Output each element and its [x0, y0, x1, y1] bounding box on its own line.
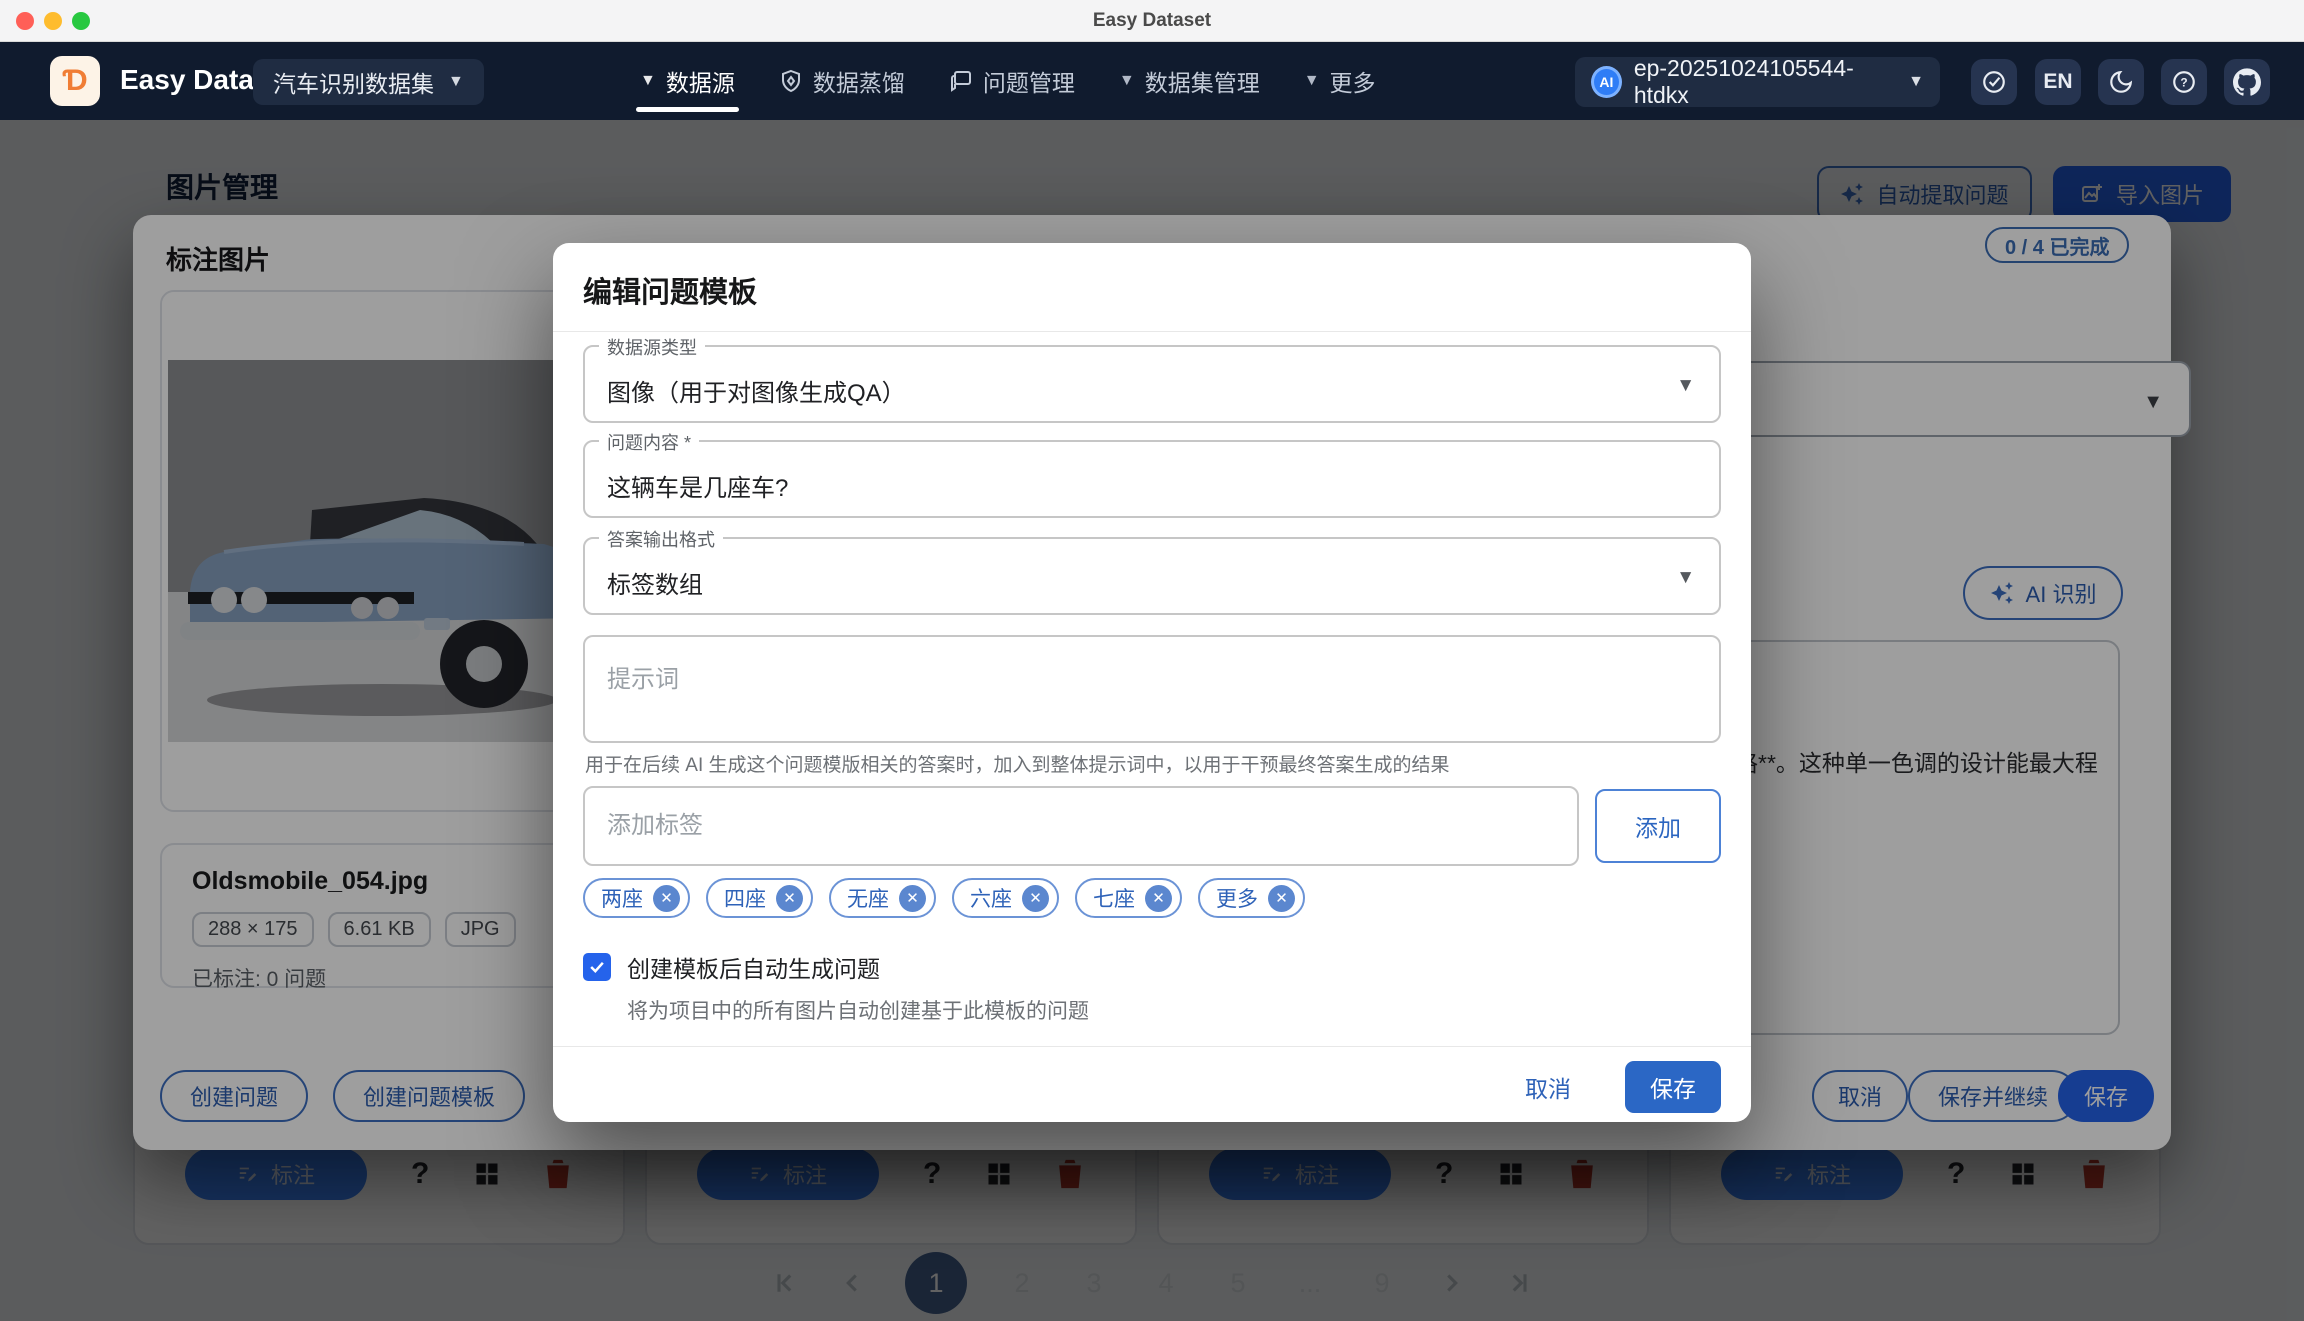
help-button[interactable]: ?: [2161, 59, 2207, 105]
caret-down-icon: ▼: [1676, 567, 1695, 589]
auto-generate-helper: 将为项目中的所有图片自动创建基于此模板的问题: [627, 995, 1089, 1025]
model-selector-label: ep-20251024105544-htdkx: [1634, 55, 1896, 109]
tag-chip[interactable]: 七座 ✕: [1075, 878, 1182, 918]
navbar: Ɗ Easy DataSet 汽车识别数据集 ▼ ▼ 数据源 数据蒸馏 问题管理…: [0, 42, 2304, 120]
app-logo-icon[interactable]: Ɗ: [50, 56, 100, 106]
check-icon: [587, 957, 607, 977]
prompt-placeholder: 提示词: [607, 659, 679, 694]
tag-label: 六座: [970, 883, 1012, 913]
macos-titlebar: Easy Dataset: [0, 0, 2304, 42]
model-selector[interactable]: AI ep-20251024105544-htdkx ▼: [1575, 57, 1940, 107]
modal-save-button[interactable]: 保存: [1625, 1061, 1721, 1113]
caret-down-icon: ▼: [1304, 72, 1320, 90]
svg-text:?: ?: [2180, 75, 2187, 89]
window-title: Easy Dataset: [0, 10, 2304, 32]
nav-item-datasets[interactable]: ▼ 数据集管理: [1119, 42, 1260, 120]
language-toggle-button[interactable]: EN: [2035, 59, 2081, 105]
nav-item-label: 数据蒸馏: [813, 64, 905, 98]
caret-down-icon: ▼: [1119, 72, 1135, 90]
chevron-down-icon: ▼: [1908, 73, 1924, 91]
remove-tag-icon[interactable]: ✕: [1022, 885, 1049, 912]
remove-tag-icon[interactable]: ✕: [776, 885, 803, 912]
datasource-type-label: 数据源类型: [599, 334, 705, 360]
divider: [553, 331, 1751, 332]
moon-icon: [2108, 69, 2134, 95]
nav-item-datasource[interactable]: ▼ 数据源: [640, 42, 735, 120]
nav-menu: ▼ 数据源 数据蒸馏 问题管理 ▼ 数据集管理 ▼ 更多: [640, 42, 1376, 120]
github-button[interactable]: [2224, 59, 2270, 105]
datasource-type-select[interactable]: 数据源类型 图像（用于对图像生成QA） ▼: [583, 345, 1721, 423]
answer-format-label: 答案输出格式: [599, 526, 723, 552]
chevron-down-icon: ▼: [448, 73, 464, 91]
edit-question-template-modal: 编辑问题模板 数据源类型 图像（用于对图像生成QA） ▼ 问题内容 * 这辆车是…: [553, 243, 1751, 1122]
tag-label: 两座: [601, 883, 643, 913]
remove-tag-icon[interactable]: ✕: [1268, 885, 1295, 912]
add-tag-input[interactable]: [583, 786, 1579, 866]
tag-chip[interactable]: 两座 ✕: [583, 878, 690, 918]
chat-icon: [949, 69, 973, 93]
caret-down-icon: ▼: [1676, 375, 1695, 397]
ai-model-icon: AI: [1591, 66, 1622, 98]
tag-label: 无座: [847, 883, 889, 913]
dataset-selector-label: 汽车识别数据集: [273, 65, 434, 99]
tag-chip[interactable]: 六座 ✕: [952, 878, 1059, 918]
dataset-selector[interactable]: 汽车识别数据集 ▼: [253, 59, 484, 105]
auto-generate-checkbox-row: 创建模板后自动生成问题: [583, 950, 880, 984]
modal-title: 编辑问题模板: [583, 269, 757, 311]
nav-item-label: 问题管理: [983, 64, 1075, 98]
divider: [553, 1046, 1751, 1047]
task-check-button[interactable]: [1971, 59, 2017, 105]
app-window: Easy Dataset Ɗ Easy DataSet 汽车识别数据集 ▼ ▼ …: [0, 0, 2304, 1321]
tag-chip[interactable]: 四座 ✕: [706, 878, 813, 918]
check-circle-icon: [1981, 69, 2007, 95]
help-icon: ?: [2171, 69, 2197, 95]
datasource-type-value: 图像（用于对图像生成QA）: [607, 373, 906, 408]
tag-label: 更多: [1216, 883, 1258, 913]
language-label: EN: [2043, 70, 2072, 94]
nav-item-label: 数据集管理: [1145, 64, 1260, 98]
active-tab-underline: [636, 107, 739, 112]
remove-tag-icon[interactable]: ✕: [653, 885, 680, 912]
nav-item-more[interactable]: ▼ 更多: [1304, 42, 1376, 120]
nav-item-label: 数据源: [666, 64, 735, 98]
nav-item-questions[interactable]: 问题管理: [949, 42, 1075, 120]
tag-label: 七座: [1093, 883, 1135, 913]
question-content-value: 这辆车是几座车?: [607, 468, 788, 503]
shield-icon: [779, 69, 803, 93]
modal-cancel-button[interactable]: 取消: [1505, 1061, 1591, 1113]
tag-label: 四座: [724, 883, 766, 913]
auto-generate-checkbox[interactable]: [583, 953, 611, 981]
nav-item-distillation[interactable]: 数据蒸馏: [779, 42, 905, 120]
tag-chip-list: 两座 ✕ 四座 ✕ 无座 ✕ 六座 ✕ 七座 ✕ 更多 ✕: [583, 878, 1305, 918]
caret-down-icon: ▼: [640, 72, 656, 90]
github-icon: [2233, 68, 2261, 96]
remove-tag-icon[interactable]: ✕: [1145, 885, 1172, 912]
answer-format-select[interactable]: 答案输出格式 标签数组 ▼: [583, 537, 1721, 615]
answer-format-value: 标签数组: [607, 565, 703, 600]
tag-chip[interactable]: 更多 ✕: [1198, 878, 1305, 918]
prompt-helper-text: 用于在后续 AI 生成这个问题模版相关的答案时，加入到整体提示词中，以用于干预最…: [585, 750, 1450, 777]
auto-generate-label: 创建模板后自动生成问题: [627, 950, 880, 984]
question-content-field[interactable]: 问题内容 * 这辆车是几座车?: [583, 440, 1721, 518]
dark-mode-button[interactable]: [2098, 59, 2144, 105]
remove-tag-icon[interactable]: ✕: [899, 885, 926, 912]
nav-item-label: 更多: [1330, 64, 1376, 98]
prompt-textarea[interactable]: 提示词: [583, 635, 1721, 743]
add-tag-button[interactable]: 添加: [1595, 789, 1721, 863]
question-content-label: 问题内容 *: [599, 429, 699, 455]
tag-chip[interactable]: 无座 ✕: [829, 878, 936, 918]
